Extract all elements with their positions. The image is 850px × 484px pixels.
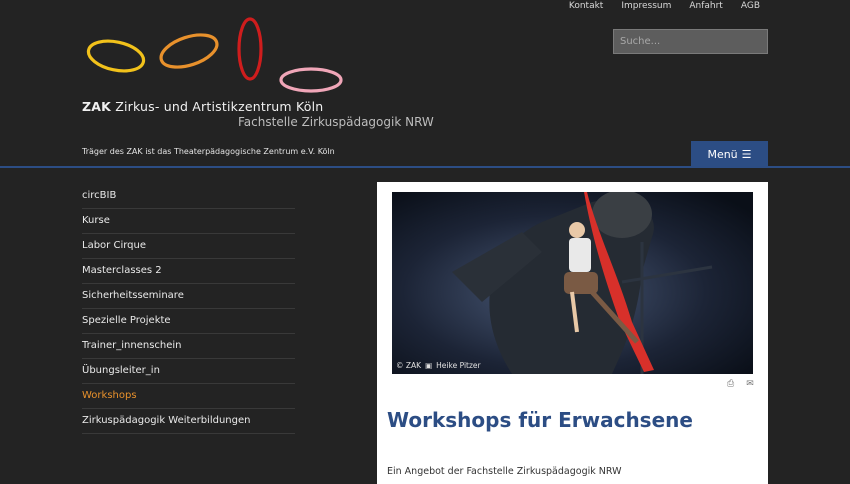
article-panel: © ZAK ▣ Heike Pitzer ⎙ ✉ Workshops für E… (377, 182, 768, 484)
topnav-kontakt[interactable]: Kontakt (569, 1, 603, 11)
site-subtitle: Fachstelle Zirkuspädagogik NRW (238, 115, 434, 129)
menu-label: Menü (707, 147, 738, 161)
sidebar-item-labor-cirque[interactable]: Labor Cirque (82, 234, 295, 259)
sidebar-item-spezielle-projekte[interactable]: Spezielle Projekte (82, 309, 295, 334)
article-photo: © ZAK ▣ Heike Pitzer (392, 192, 753, 374)
top-navigation: Kontakt Impressum Anfahrt AGB (569, 1, 760, 11)
photo-credit: © ZAK ▣ Heike Pitzer (396, 361, 481, 370)
sidebar-item-weiterbildungen[interactable]: Zirkuspädagogik Weiterbildungen (82, 409, 295, 434)
sidebar-navigation: circBIB Kurse Labor Cirque Masterclasses… (82, 184, 295, 434)
sidebar-item-kurse[interactable]: Kurse (82, 209, 295, 234)
email-icon[interactable]: ✉ (746, 379, 754, 389)
article-intro: Ein Angebot der Fachstelle Zirkuspädagog… (387, 466, 622, 477)
header-divider (0, 166, 850, 168)
camera-icon: ▣ (425, 361, 433, 370)
topnav-anfahrt[interactable]: Anfahrt (689, 1, 722, 11)
search-input[interactable] (613, 29, 768, 54)
article-tools: ⎙ ✉ (727, 379, 754, 389)
logo[interactable] (82, 14, 352, 96)
topnav-impressum[interactable]: Impressum (621, 1, 671, 11)
sidebar-item-workshops[interactable]: Workshops (82, 384, 295, 409)
sidebar-item-circbib[interactable]: circBIB (82, 184, 295, 209)
topnav-agb[interactable]: AGB (741, 1, 760, 11)
menu-button[interactable]: Menü ☰ (691, 141, 768, 167)
sidebar-item-masterclasses[interactable]: Masterclasses 2 (82, 259, 295, 284)
traeger-note: Träger des ZAK ist das Theaterpädagogisc… (82, 147, 335, 156)
sidebar-item-sicherheitsseminare[interactable]: Sicherheitsseminare (82, 284, 295, 309)
acrobat-photo-icon (392, 192, 753, 374)
sidebar-item-trainerinnenschein[interactable]: Trainer_innenschein (82, 334, 295, 359)
hamburger-icon: ☰ (741, 147, 752, 161)
site-title: ZAK Zirkus- und Artistikzentrum Köln (82, 99, 324, 114)
printer-icon[interactable]: ⎙ (727, 379, 734, 389)
logo-rings-icon (86, 17, 343, 93)
sidebar-item-uebungsleiter[interactable]: Übungsleiter_in (82, 359, 295, 384)
article-title: Workshops für Erwachsene (387, 408, 693, 432)
